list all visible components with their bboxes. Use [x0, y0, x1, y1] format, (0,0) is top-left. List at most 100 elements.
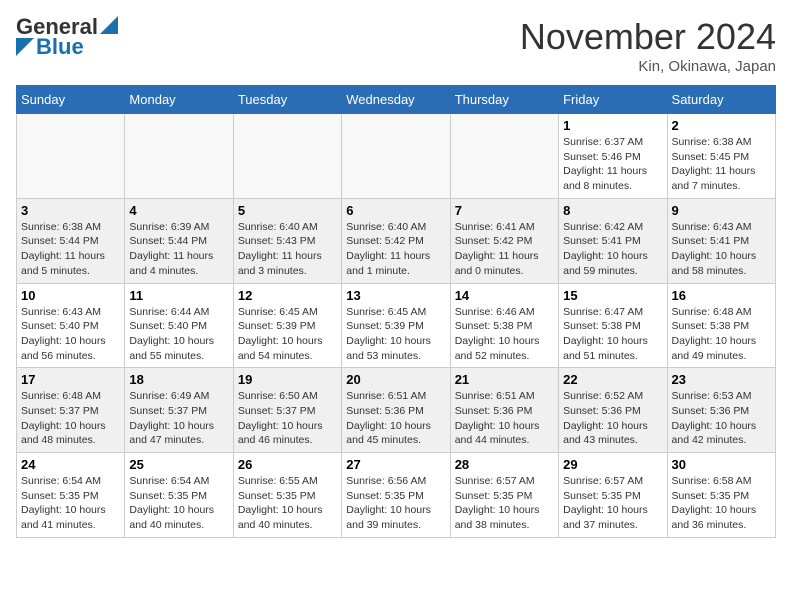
day-number: 24 — [21, 457, 120, 472]
day-info: Sunrise: 6:57 AMSunset: 5:35 PMDaylight:… — [455, 474, 554, 533]
day-info: Sunrise: 6:37 AMSunset: 5:46 PMDaylight:… — [563, 135, 662, 194]
calendar-cell: 25 Sunrise: 6:54 AMSunset: 5:35 PMDayligh… — [125, 453, 233, 538]
day-number: 23 — [672, 372, 771, 387]
calendar-cell: 13 Sunrise: 6:45 AMSunset: 5:39 PMDayligh… — [342, 283, 450, 368]
calendar-cell: 19 Sunrise: 6:50 AMSunset: 5:37 PMDayligh… — [233, 368, 341, 453]
header-friday: Friday — [559, 86, 667, 114]
calendar-cell: 3Sunrise: 6:38 AMSunset: 5:44 PMDaylight… — [17, 198, 125, 283]
calendar-cell: 7Sunrise: 6:41 AMSunset: 5:42 PMDaylight… — [450, 198, 558, 283]
day-info: Sunrise: 6:56 AMSunset: 5:35 PMDaylight:… — [346, 474, 445, 533]
calendar-cell — [233, 114, 341, 199]
day-info: Sunrise: 6:52 AMSunset: 5:36 PMDaylight:… — [563, 389, 662, 448]
day-number: 5 — [238, 203, 337, 218]
day-info: Sunrise: 6:48 AMSunset: 5:38 PMDaylight:… — [672, 305, 771, 364]
day-number: 2 — [672, 118, 771, 133]
calendar-cell: 15 Sunrise: 6:47 AMSunset: 5:38 PMDayligh… — [559, 283, 667, 368]
day-info: Sunrise: 6:55 AMSunset: 5:35 PMDaylight:… — [238, 474, 337, 533]
calendar-cell: 26 Sunrise: 6:55 AMSunset: 5:35 PMDayligh… — [233, 453, 341, 538]
week-row-3: 10 Sunrise: 6:43 AMSunset: 5:40 PMDayligh… — [17, 283, 776, 368]
day-info: Sunrise: 6:44 AMSunset: 5:40 PMDaylight:… — [129, 305, 228, 364]
day-info: Sunrise: 6:49 AMSunset: 5:37 PMDaylight:… — [129, 389, 228, 448]
calendar-cell: 28 Sunrise: 6:57 AMSunset: 5:35 PMDayligh… — [450, 453, 558, 538]
day-info: Sunrise: 6:53 AMSunset: 5:36 PMDaylight:… — [672, 389, 771, 448]
day-info: Sunrise: 6:54 AMSunset: 5:35 PMDaylight:… — [129, 474, 228, 533]
logo-arrow2-icon — [16, 38, 34, 56]
calendar-cell: 11 Sunrise: 6:44 AMSunset: 5:40 PMDayligh… — [125, 283, 233, 368]
month-title: November 2024 — [520, 16, 776, 58]
calendar-cell: 10 Sunrise: 6:43 AMSunset: 5:40 PMDayligh… — [17, 283, 125, 368]
day-info: Sunrise: 6:45 AMSunset: 5:39 PMDaylight:… — [238, 305, 337, 364]
location: Kin, Okinawa, Japan — [520, 58, 776, 75]
day-number: 20 — [346, 372, 445, 387]
day-info: Sunrise: 6:50 AMSunset: 5:37 PMDaylight:… — [238, 389, 337, 448]
calendar-cell — [342, 114, 450, 199]
calendar-cell: 4 Sunrise: 6:39 AMSunset: 5:44 PMDaylight… — [125, 198, 233, 283]
day-info: Sunrise: 6:42 AMSunset: 5:41 PMDaylight:… — [563, 220, 662, 279]
day-info: Sunrise: 6:38 AMSunset: 5:44 PMDaylight:… — [21, 220, 120, 279]
calendar-cell: 20 Sunrise: 6:51 AMSunset: 5:36 PMDayligh… — [342, 368, 450, 453]
day-number: 6 — [346, 203, 445, 218]
calendar-cell: 2 Sunrise: 6:38 AMSunset: 5:45 PMDaylight… — [667, 114, 775, 199]
day-info: Sunrise: 6:57 AMSunset: 5:35 PMDaylight:… — [563, 474, 662, 533]
day-number: 9 — [672, 203, 771, 218]
day-info: Sunrise: 6:38 AMSunset: 5:45 PMDaylight:… — [672, 135, 771, 194]
calendar-table: SundayMondayTuesdayWednesdayThursdayFrid… — [16, 85, 776, 538]
calendar-cell: 29Sunrise: 6:57 AMSunset: 5:35 PMDayligh… — [559, 453, 667, 538]
calendar-cell: 14 Sunrise: 6:46 AMSunset: 5:38 PMDayligh… — [450, 283, 558, 368]
day-number: 22 — [563, 372, 662, 387]
header-thursday: Thursday — [450, 86, 558, 114]
header-monday: Monday — [125, 86, 233, 114]
day-number: 1 — [563, 118, 662, 133]
day-info: Sunrise: 6:51 AMSunset: 5:36 PMDaylight:… — [346, 389, 445, 448]
day-info: Sunrise: 6:47 AMSunset: 5:38 PMDaylight:… — [563, 305, 662, 364]
day-number: 26 — [238, 457, 337, 472]
calendar-cell: 16Sunrise: 6:48 AMSunset: 5:38 PMDayligh… — [667, 283, 775, 368]
calendar-cell — [17, 114, 125, 199]
logo: General Blue — [16, 16, 118, 58]
day-info: Sunrise: 6:54 AMSunset: 5:35 PMDaylight:… — [21, 474, 120, 533]
day-number: 11 — [129, 288, 228, 303]
calendar-cell: 6 Sunrise: 6:40 AMSunset: 5:42 PMDaylight… — [342, 198, 450, 283]
day-number: 25 — [129, 457, 228, 472]
week-row-4: 17 Sunrise: 6:48 AMSunset: 5:37 PMDayligh… — [17, 368, 776, 453]
day-number: 10 — [21, 288, 120, 303]
day-number: 19 — [238, 372, 337, 387]
day-number: 12 — [238, 288, 337, 303]
calendar-cell: 21 Sunrise: 6:51 AMSunset: 5:36 PMDayligh… — [450, 368, 558, 453]
day-info: Sunrise: 6:51 AMSunset: 5:36 PMDaylight:… — [455, 389, 554, 448]
header-saturday: Saturday — [667, 86, 775, 114]
calendar-cell: 8Sunrise: 6:42 AMSunset: 5:41 PMDaylight… — [559, 198, 667, 283]
week-row-1: 1 Sunrise: 6:37 AMSunset: 5:46 PMDaylight… — [17, 114, 776, 199]
day-info: Sunrise: 6:40 AMSunset: 5:43 PMDaylight:… — [238, 220, 337, 279]
calendar-cell: 9Sunrise: 6:43 AMSunset: 5:41 PMDaylight… — [667, 198, 775, 283]
day-info: Sunrise: 6:43 AMSunset: 5:40 PMDaylight:… — [21, 305, 120, 364]
day-number: 14 — [455, 288, 554, 303]
calendar-cell: 23 Sunrise: 6:53 AMSunset: 5:36 PMDayligh… — [667, 368, 775, 453]
day-number: 21 — [455, 372, 554, 387]
day-info: Sunrise: 6:39 AMSunset: 5:44 PMDaylight:… — [129, 220, 228, 279]
day-info: Sunrise: 6:40 AMSunset: 5:42 PMDaylight:… — [346, 220, 445, 279]
day-info: Sunrise: 6:46 AMSunset: 5:38 PMDaylight:… — [455, 305, 554, 364]
calendar-cell: 5 Sunrise: 6:40 AMSunset: 5:43 PMDaylight… — [233, 198, 341, 283]
day-info: Sunrise: 6:45 AMSunset: 5:39 PMDaylight:… — [346, 305, 445, 364]
day-number: 28 — [455, 457, 554, 472]
day-number: 27 — [346, 457, 445, 472]
day-number: 13 — [346, 288, 445, 303]
day-number: 17 — [21, 372, 120, 387]
calendar-cell: 12 Sunrise: 6:45 AMSunset: 5:39 PMDayligh… — [233, 283, 341, 368]
calendar-cell — [450, 114, 558, 199]
day-number: 30 — [672, 457, 771, 472]
day-number: 7 — [455, 203, 554, 218]
header-wednesday: Wednesday — [342, 86, 450, 114]
week-row-5: 24 Sunrise: 6:54 AMSunset: 5:35 PMDayligh… — [17, 453, 776, 538]
calendar-cell: 17 Sunrise: 6:48 AMSunset: 5:37 PMDayligh… — [17, 368, 125, 453]
day-info: Sunrise: 6:48 AMSunset: 5:37 PMDaylight:… — [21, 389, 120, 448]
page-header: General Blue November 2024 Kin, Okinawa,… — [16, 16, 776, 75]
calendar-header-row: SundayMondayTuesdayWednesdayThursdayFrid… — [17, 86, 776, 114]
day-number: 4 — [129, 203, 228, 218]
day-number: 15 — [563, 288, 662, 303]
calendar-cell: 18 Sunrise: 6:49 AMSunset: 5:37 PMDayligh… — [125, 368, 233, 453]
day-number: 18 — [129, 372, 228, 387]
calendar-cell: 27 Sunrise: 6:56 AMSunset: 5:35 PMDayligh… — [342, 453, 450, 538]
logo-arrow-icon — [100, 16, 118, 34]
